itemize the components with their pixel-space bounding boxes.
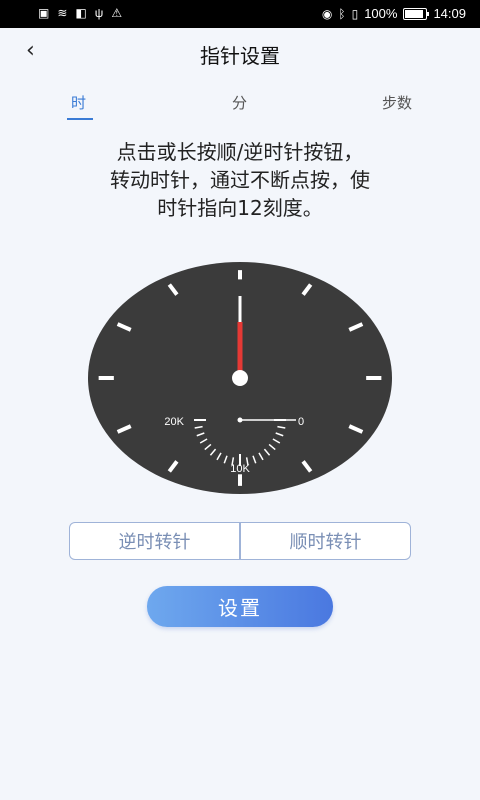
wifi-icon: ≋ bbox=[57, 6, 68, 20]
clockwise-button[interactable]: 顺时转针 bbox=[240, 522, 411, 560]
bluetooth-icon: ᛒ bbox=[338, 6, 346, 21]
tab-hour[interactable]: 时 bbox=[71, 92, 86, 113]
status-bar: ▣ ≋ ◧ ψ ⚠ ◉ ᛒ ▯ 100% 14:09 bbox=[0, 0, 480, 28]
subdial-label-20k: 20K bbox=[164, 416, 184, 428]
warning-icon: ⚠ bbox=[111, 6, 123, 20]
tab-steps[interactable]: 步数 bbox=[382, 92, 412, 113]
vibrate-icon: ▯ bbox=[351, 6, 359, 21]
eye-icon: ◉ bbox=[321, 6, 333, 21]
sim-icon: ▣ bbox=[38, 6, 50, 20]
tab-bar: 时 分 步数 bbox=[0, 90, 480, 124]
header: ‹ 指针设置 bbox=[0, 28, 480, 76]
counterclockwise-button[interactable]: 逆时转针 bbox=[69, 522, 240, 560]
hand-pivot bbox=[232, 370, 248, 386]
rotate-button-group: 逆时转针 顺时转针 bbox=[69, 522, 411, 560]
tab-minute[interactable]: 分 bbox=[232, 92, 247, 113]
status-left-icons: ▣ ≋ ◧ ψ ⚠ bbox=[38, 6, 122, 20]
set-button[interactable]: 设置 bbox=[147, 586, 333, 627]
battery-percent: 100% bbox=[364, 6, 398, 21]
watch-dial: 20K 0 10K bbox=[88, 262, 392, 494]
status-right: ◉ ᛒ ▯ 100% 14:09 bbox=[322, 6, 466, 21]
subdial-label-0: 0 bbox=[298, 416, 304, 428]
subdial-label-10k: 10K bbox=[230, 463, 250, 475]
page-title: 指针设置 bbox=[200, 44, 280, 68]
instruction-text: 点击或长按顺/逆时针按钮，转动时针，通过不断点按，使时针指向12刻度。 bbox=[110, 140, 370, 220]
tab-active-indicator bbox=[67, 118, 93, 120]
usb-icon: ψ bbox=[94, 6, 104, 20]
clock: 14:09 bbox=[433, 6, 466, 21]
subdial-pivot bbox=[237, 417, 243, 423]
nfc-icon: ◧ bbox=[75, 6, 87, 20]
battery-icon bbox=[403, 7, 430, 20]
